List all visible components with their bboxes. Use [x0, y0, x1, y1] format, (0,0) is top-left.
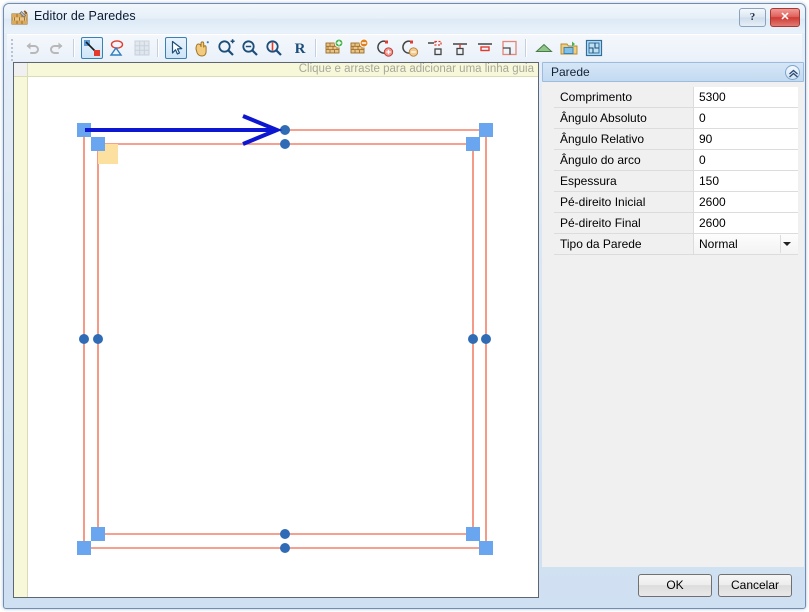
toolbar: R: [7, 34, 802, 61]
cancel-button[interactable]: Cancelar: [718, 574, 792, 597]
align-center-button[interactable]: [449, 37, 471, 59]
property-value[interactable]: 2600: [694, 192, 798, 212]
midpoint-handle[interactable]: [280, 139, 290, 149]
remove-arc-button[interactable]: [398, 37, 420, 59]
property-value[interactable]: 0: [694, 150, 798, 170]
midpoint-handle[interactable]: [481, 334, 491, 344]
ruler-corner: [14, 63, 28, 77]
toolbar-grip[interactable]: [11, 39, 14, 61]
redo-button[interactable]: [46, 37, 68, 59]
add-arc-button[interactable]: [373, 37, 395, 59]
property-label: Ângulo Absoluto: [554, 108, 694, 128]
property-label: Comprimento: [554, 87, 694, 107]
property-row: Ângulo Absoluto 0: [554, 108, 798, 129]
reset-button[interactable]: R: [289, 37, 311, 59]
property-value[interactable]: 150: [694, 171, 798, 191]
corner-handle[interactable]: [479, 123, 493, 137]
property-row: Pé-direito Final 2600: [554, 213, 798, 234]
corner-handle[interactable]: [77, 541, 91, 555]
corner-handle[interactable]: [466, 137, 480, 151]
property-row: Pé-direito Inicial 2600: [554, 192, 798, 213]
property-value[interactable]: 0: [694, 108, 798, 128]
floor-plan-drawing[interactable]: [29, 78, 538, 597]
brick-wall-icon: [11, 9, 29, 27]
plan-canvas-area[interactable]: Clique e arraste para adicionar uma linh…: [13, 62, 539, 598]
ruler-hint-text: Clique e arraste para adicionar uma linh…: [298, 63, 534, 75]
corner-handle[interactable]: [91, 527, 105, 541]
property-value[interactable]: 90: [694, 129, 798, 149]
zoom-out-button[interactable]: [239, 37, 261, 59]
wall-editor-window: Editor de Paredes ? ✕ R Clique e arraste…: [3, 3, 806, 609]
properties-header[interactable]: Parede: [542, 62, 804, 82]
roof-button[interactable]: [533, 37, 555, 59]
help-button[interactable]: ?: [739, 8, 766, 27]
draw-polygon-button[interactable]: [106, 37, 128, 59]
property-label: Ângulo Relativo: [554, 129, 694, 149]
property-row: Tipo da Parede Normal: [554, 234, 798, 255]
midpoint-handle[interactable]: [280, 543, 290, 553]
property-combo[interactable]: Normal: [694, 234, 798, 254]
combo-separator: [780, 235, 781, 253]
property-row: Ângulo do arco 0: [554, 150, 798, 171]
midpoint-handle[interactable]: [79, 334, 89, 344]
ok-button[interactable]: OK: [638, 574, 712, 597]
select-arrow-button[interactable]: [165, 37, 187, 59]
floor-plan-viewport[interactable]: [29, 78, 538, 597]
align-top-button[interactable]: [424, 37, 446, 59]
align-bottom-button[interactable]: [474, 37, 496, 59]
zoom-fit-button[interactable]: [263, 37, 285, 59]
corner-handle[interactable]: [479, 541, 493, 555]
property-label: Pé-direito Inicial: [554, 192, 694, 212]
open-file-button[interactable]: [558, 37, 580, 59]
property-row: Comprimento 5300: [554, 87, 798, 108]
property-value[interactable]: 5300: [694, 87, 798, 107]
close-button[interactable]: ✕: [770, 8, 800, 27]
plan-image-button[interactable]: [583, 37, 605, 59]
add-wall-button[interactable]: [323, 37, 345, 59]
property-value[interactable]: 2600: [694, 213, 798, 233]
selected-wall-direction-arrow: [85, 114, 283, 146]
undo-button[interactable]: [21, 37, 43, 59]
properties-grid: Comprimento 5300 Ângulo Absoluto 0 Ângulo Re…: [554, 87, 798, 255]
property-row: Espessura 150: [554, 171, 798, 192]
properties-title: Parede: [551, 65, 590, 79]
midpoint-handle[interactable]: [93, 334, 103, 344]
zoom-in-button[interactable]: [215, 37, 237, 59]
chevron-up-icon[interactable]: [785, 65, 800, 80]
corner-button[interactable]: [499, 37, 521, 59]
pan-hand-button[interactable]: [190, 37, 212, 59]
corner-handle[interactable]: [91, 137, 105, 151]
property-label: Tipo da Parede: [554, 234, 694, 254]
property-label: Ângulo do arco: [554, 150, 694, 170]
wall-outline-outer: [83, 129, 487, 549]
corner-handle[interactable]: [466, 527, 480, 541]
draw-wall-button[interactable]: [81, 37, 103, 59]
grid-button[interactable]: [131, 37, 153, 59]
property-label: Pé-direito Final: [554, 213, 694, 233]
title-bar[interactable]: Editor de Paredes ? ✕: [4, 4, 805, 33]
midpoint-handle[interactable]: [468, 334, 478, 344]
wall-outline-inner: [97, 143, 474, 535]
reset-label: R: [294, 41, 306, 57]
vertical-ruler[interactable]: [14, 77, 28, 597]
midpoint-handle[interactable]: [280, 529, 290, 539]
window-title: Editor de Paredes: [34, 9, 136, 23]
horizontal-ruler[interactable]: Clique e arraste para adicionar uma linh…: [14, 63, 538, 77]
property-row: Ângulo Relativo 90: [554, 129, 798, 150]
property-label: Espessura: [554, 171, 694, 191]
properties-panel: Parede Comprimento 5300 Ângulo Absoluto 0 Ân…: [542, 62, 804, 567]
remove-wall-button[interactable]: [348, 37, 370, 59]
